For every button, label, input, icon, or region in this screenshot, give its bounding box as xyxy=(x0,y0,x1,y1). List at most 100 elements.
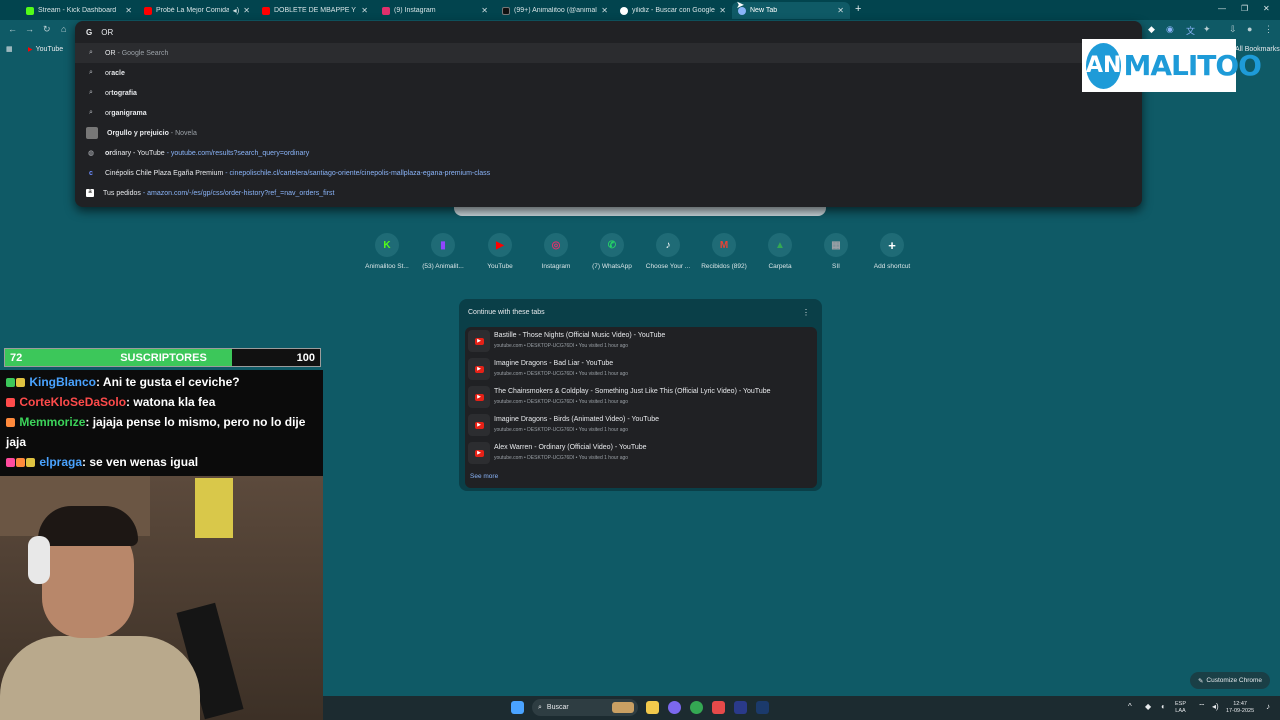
customize-chrome-button[interactable]: ✎ Customize Chrome xyxy=(1190,672,1270,689)
suggestion-text: Cinépolis Chile Plaza Egaña Premium xyxy=(105,169,224,177)
home-icon[interactable]: ⌂ xyxy=(61,24,66,34)
shortcut-whatsapp[interactable]: ✆ (7) WhatsApp xyxy=(584,233,640,270)
shortcut-animalitoo-kick[interactable]: K Animalitoo St... xyxy=(359,233,415,270)
search-icon: ⌕ xyxy=(89,69,93,76)
shortcut-gmail[interactable]: M Recibidos (892) xyxy=(696,233,752,270)
new-tab-icon[interactable]: + xyxy=(855,3,861,15)
shortcut-drive[interactable]: ▲ Carpeta xyxy=(752,233,808,270)
back-icon[interactable]: ← xyxy=(8,24,17,34)
suggestion-item[interactable]: a Tus pedidos - amazon.com/-/es/gp/css/o… xyxy=(75,183,1142,203)
menu-icon[interactable]: ⋮ xyxy=(1264,24,1273,35)
tray-icon[interactable]: ◐ xyxy=(1161,703,1166,711)
close-icon[interactable]: ✕ xyxy=(601,6,608,15)
continue-tabs-panel: Continue with these tabs ⋮ ▶ Bastille - … xyxy=(459,299,822,491)
twitch-icon: ▮ xyxy=(431,233,455,257)
extension-icon[interactable]: ◉ xyxy=(1166,24,1174,35)
downloads-icon[interactable]: ⇩ xyxy=(1229,24,1237,35)
suggestion-item[interactable]: ⌕ ortografia xyxy=(75,83,1142,103)
puzzle-icon[interactable]: ✦ xyxy=(1203,24,1211,35)
goal-label: SUSCRIPTORES xyxy=(120,352,207,364)
suggestion-text: acle xyxy=(111,69,125,77)
translate-icon[interactable]: 文 xyxy=(1186,24,1195,37)
subscriber-goal-bar: SUSCRIPTORES 72 100 xyxy=(4,348,321,367)
list-item[interactable]: ▶ Imagine Dragons - Bad Liar - YouTube y… xyxy=(465,355,817,383)
list-item[interactable]: ▶ Alex Warren - Ordinary (Official Video… xyxy=(465,439,817,467)
chevron-up-icon[interactable]: ^ xyxy=(1128,703,1132,711)
search-icon: ⌕ xyxy=(89,109,93,116)
subscriber-badge-icon xyxy=(16,378,25,388)
tab-youtube-mbappe[interactable]: DOBLETE DE MBAPPÉ Y REMON ✕ xyxy=(256,2,374,19)
volume-icon[interactable]: ◂) xyxy=(1212,703,1219,711)
streaming-app-icon[interactable] xyxy=(712,701,725,714)
shortcut-sii[interactable]: ▦ SII xyxy=(808,233,864,270)
chrome-icon[interactable] xyxy=(690,701,703,714)
list-item[interactable]: ▶ The Chainsmokers & Coldplay - Somethin… xyxy=(465,383,817,411)
cinepolis-icon: c xyxy=(89,169,93,177)
close-icon[interactable]: ✕ xyxy=(837,6,844,15)
add-shortcut-button[interactable]: + Add shortcut xyxy=(864,233,920,270)
list-item[interactable]: ▶ Bastille - Those Nights (Official Musi… xyxy=(465,327,817,355)
item-subtitle: youtube.com • DESKTOP-UCG76DI • You visi… xyxy=(494,371,629,377)
shortcut-label: Add shortcut xyxy=(873,263,911,270)
suggestion-item[interactable]: ⌕ organigrama xyxy=(75,103,1142,123)
tab-tiktok[interactable]: (99+) Animalitoo (@animalitoo ✕ xyxy=(496,2,614,19)
chat-message: KingBlanco: Ani te gusta el ceviche? xyxy=(6,372,317,392)
file-explorer-icon[interactable] xyxy=(646,701,659,714)
shortcut-tiktok[interactable]: ♪ Choose Your ... xyxy=(640,233,696,270)
chat-text: : se ven wenas igual xyxy=(82,455,199,469)
restore-icon[interactable]: ❐ xyxy=(1241,4,1248,13)
shortcut-twitch[interactable]: ▮ (53) Animalit... xyxy=(415,233,471,270)
instagram-icon: ◎ xyxy=(544,233,568,257)
tab-google-search[interactable]: yilidiz - Buscar con Google ✕ xyxy=(614,2,732,19)
shortcut-youtube[interactable]: ▶ YouTube xyxy=(472,233,528,270)
pencil-badge-icon xyxy=(6,458,15,468)
close-icon[interactable]: ✕ xyxy=(481,6,488,15)
tab-youtube-comida[interactable]: Probé La Mejor Comida de ◂) ✕ xyxy=(138,2,256,19)
see-more-link[interactable]: See more xyxy=(470,473,498,480)
close-icon[interactable]: ✕ xyxy=(125,6,132,15)
tab-kick-dashboard[interactable]: Stream - Kick Dashboard ✕ xyxy=(20,2,138,19)
close-window-icon[interactable]: ✕ xyxy=(1263,4,1270,13)
language-indicator[interactable]: ESP LAA xyxy=(1175,701,1186,715)
close-icon[interactable]: ✕ xyxy=(243,6,250,15)
bookmark-youtube[interactable]: ▶ YouTube xyxy=(28,46,63,53)
clock[interactable]: 12:47 17-09-2025 xyxy=(1226,701,1254,715)
photoshop-icon[interactable] xyxy=(756,701,769,714)
list-item[interactable]: ▶ Imagine Dragons - Birds (Animated Vide… xyxy=(465,411,817,439)
tray-icon[interactable]: ◆ xyxy=(1145,703,1151,711)
close-icon[interactable]: ✕ xyxy=(719,6,726,15)
close-icon[interactable]: ✕ xyxy=(361,6,368,15)
suggestion-item[interactable]: ◍ ordinary - YouTube - youtube.com/resul… xyxy=(75,143,1142,163)
notification-bell-icon[interactable]: ♪ xyxy=(1266,703,1270,711)
forward-icon[interactable]: → xyxy=(25,24,34,34)
premiere-icon[interactable] xyxy=(734,701,747,714)
suggestion-item[interactable]: ⌕ OR - Google Search xyxy=(75,43,1142,63)
suggestion-text: tografia xyxy=(111,89,137,97)
tab-title: yilidiz - Buscar con Google xyxy=(632,7,715,14)
discord-icon[interactable] xyxy=(668,701,681,714)
taskbar-search[interactable]: ⌕ Buscar xyxy=(532,699,638,716)
speaker-icon[interactable]: ◂) xyxy=(233,6,240,15)
windows-start-icon[interactable] xyxy=(511,701,524,714)
gift-badge-icon xyxy=(16,458,25,468)
suggestion-url: - cinepolischile.cl/cartelera/santiago-o… xyxy=(223,169,491,177)
shortcut-instagram[interactable]: ◎ Instagram xyxy=(528,233,584,270)
tab-strip: Stream - Kick Dashboard ✕ Probé La Mejor… xyxy=(0,0,1280,20)
tab-new-tab[interactable]: New Tab ✕ xyxy=(732,2,850,19)
more-options-icon[interactable]: ⋮ xyxy=(802,308,810,317)
chat-message: Memmorize: jajaja pense lo mismo, pero n… xyxy=(6,412,317,452)
suggestion-item[interactable]: c Cinépolis Chile Plaza Egaña Premium - … xyxy=(75,163,1142,183)
network-icon[interactable]: ⌔ xyxy=(1198,703,1206,711)
extension-icon[interactable]: ◆ xyxy=(1148,24,1155,35)
tab-title: New Tab xyxy=(750,7,778,14)
address-input[interactable]: OR xyxy=(101,28,113,37)
profile-icon[interactable]: ● xyxy=(1247,24,1252,34)
tab-instagram[interactable]: (9) Instagram ✕ xyxy=(376,2,494,19)
suggestion-item[interactable]: Orgullo y prejuicio - Novela xyxy=(75,123,1142,143)
apps-icon[interactable]: ▦ xyxy=(6,45,13,53)
minimize-icon[interactable]: — xyxy=(1218,4,1226,13)
subscriber-badge-icon xyxy=(26,458,35,468)
suggestion-item[interactable]: ⌕ oracle xyxy=(75,63,1142,83)
address-bar[interactable]: G OR xyxy=(75,21,1142,43)
reload-icon[interactable]: ↻ xyxy=(43,24,51,35)
